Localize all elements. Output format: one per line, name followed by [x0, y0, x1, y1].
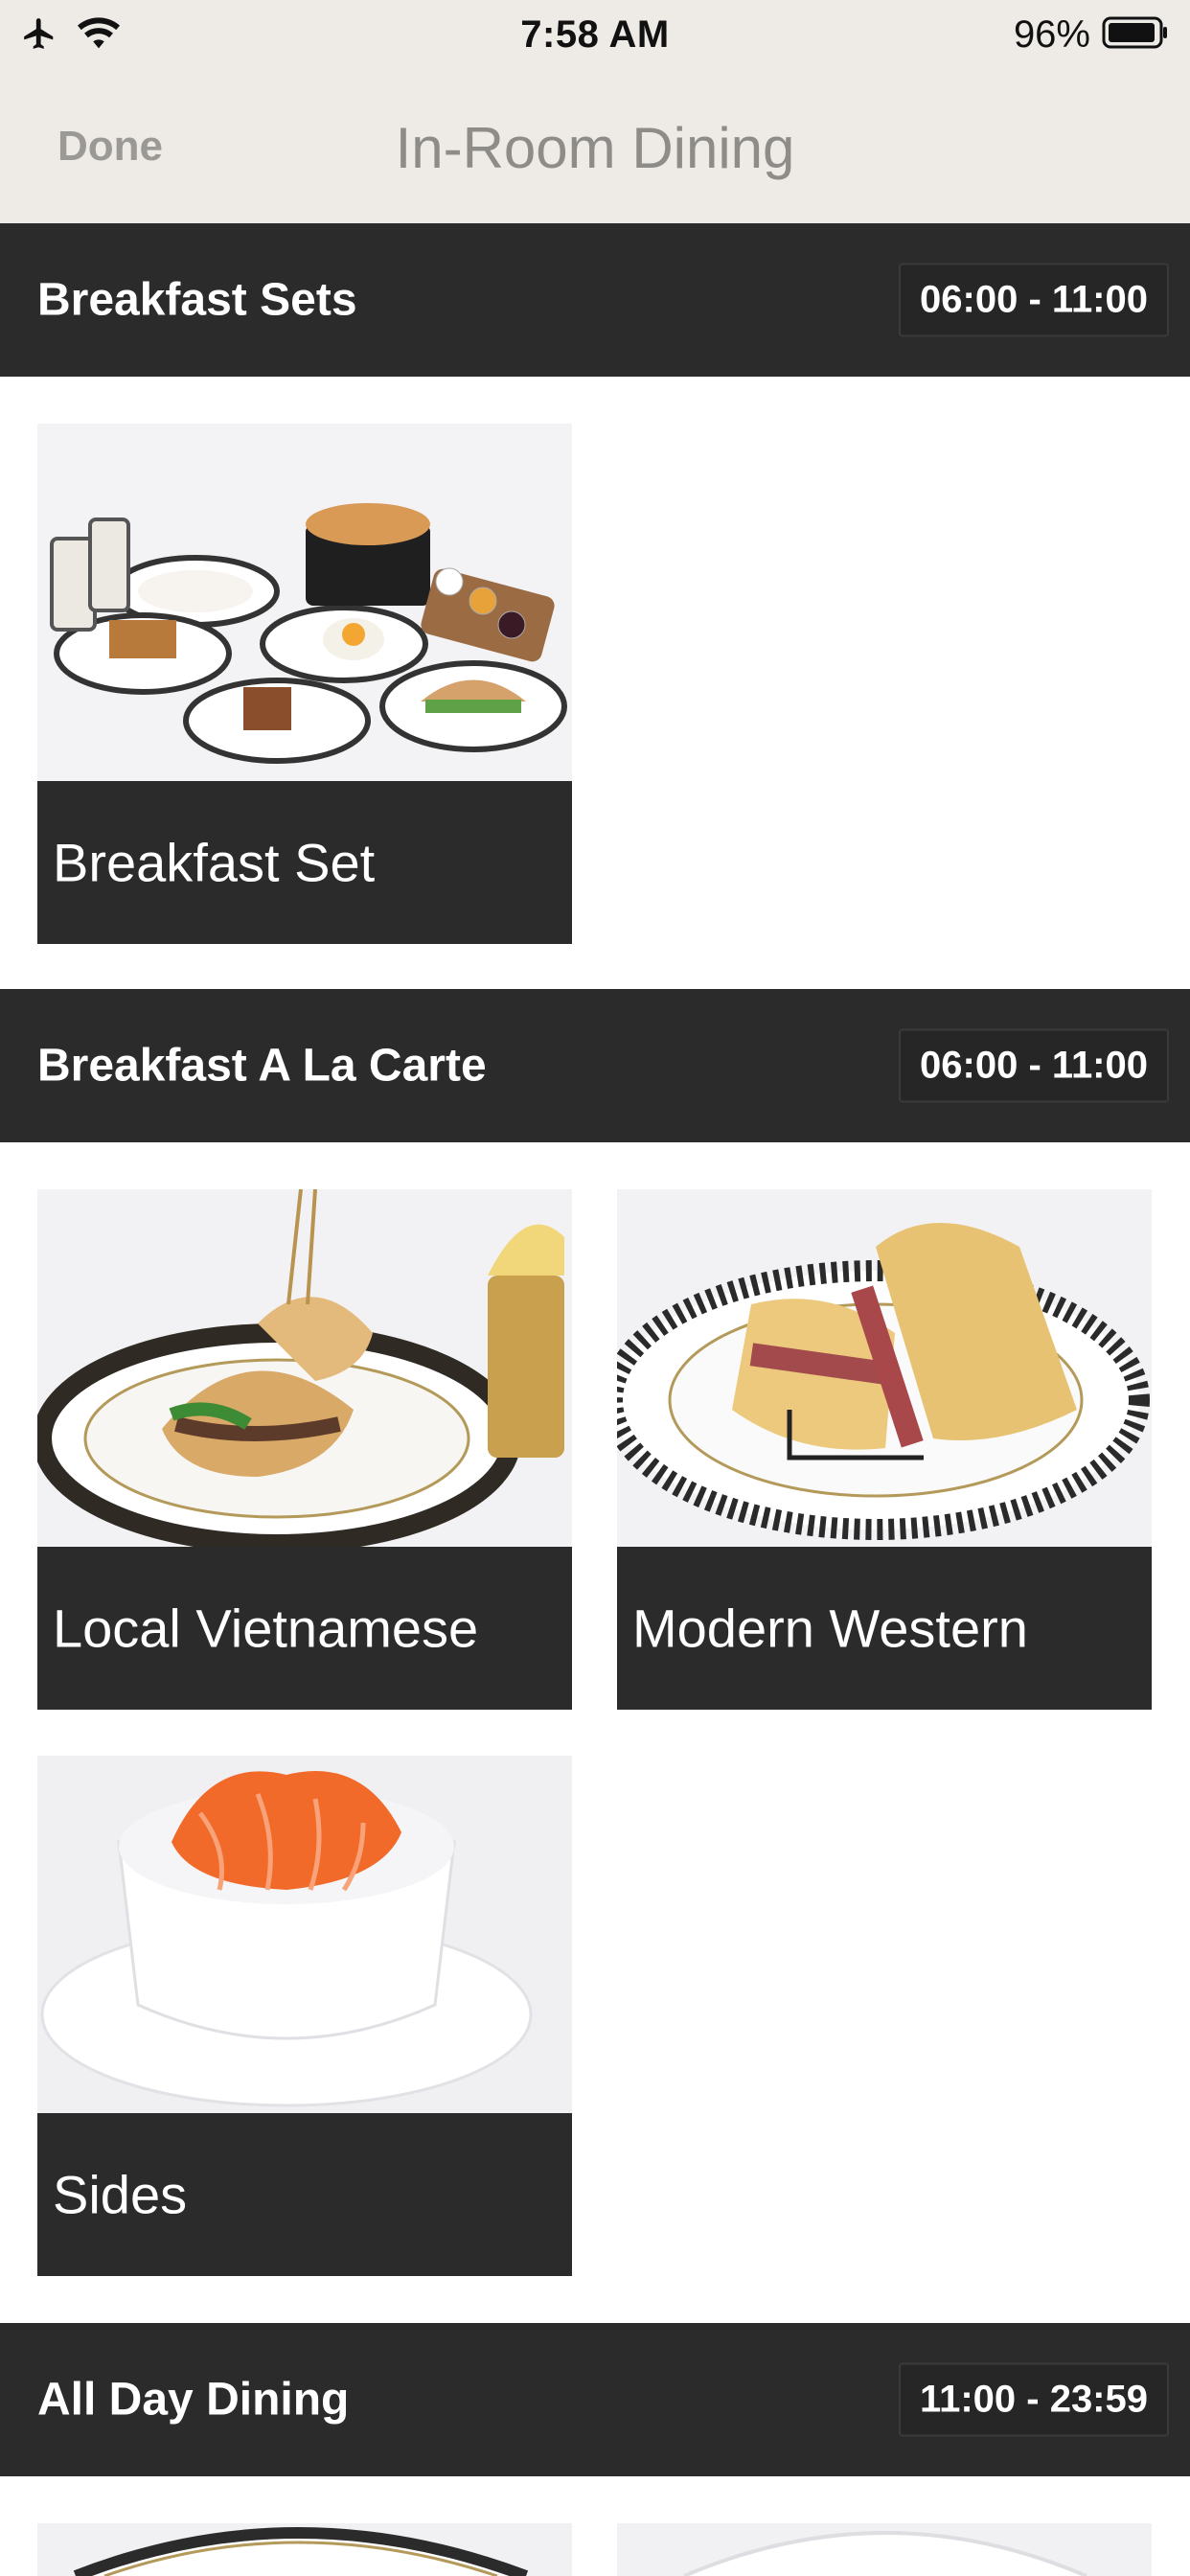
card-caption: Sides	[37, 2113, 572, 2276]
card-label: Breakfast Set	[53, 832, 376, 893]
dish-photo	[37, 2523, 572, 2576]
card-caption: Modern Western	[617, 1547, 1152, 1710]
section-hours-badge: 06:00 - 11:00	[899, 1028, 1169, 1103]
navigation-bar: Done In-Room Dining	[0, 73, 1190, 223]
section-header-breakfast-a-la-carte: Breakfast A La Carte 06:00 - 11:00	[0, 989, 1190, 1142]
battery-percentage: 96%	[1013, 13, 1090, 56]
section-title: Breakfast Sets	[37, 274, 357, 326]
card-label: Modern Western	[632, 1598, 1028, 1659]
status-time: 7:58 AM	[520, 13, 670, 56]
card-caption: Breakfast Set	[37, 781, 572, 944]
modern-western-photo	[617, 1189, 1152, 1547]
section-header-all-day-dining: All Day Dining 11:00 - 23:59	[0, 2323, 1190, 2476]
section-title: All Day Dining	[37, 2374, 350, 2426]
menu-card-local-vietnamese[interactable]: Local Vietnamese	[37, 1189, 572, 1710]
breakfast-set-photo	[37, 424, 572, 781]
card-caption: Local Vietnamese	[37, 1547, 572, 1710]
menu-card-modern-western[interactable]: Modern Western	[617, 1189, 1152, 1710]
section-hours-badge: 06:00 - 11:00	[899, 263, 1169, 337]
page-title: In-Room Dining	[395, 116, 795, 180]
card-label: Local Vietnamese	[53, 1598, 479, 1659]
section-title: Breakfast A La Carte	[37, 1040, 487, 1092]
sides-photo	[37, 1756, 572, 2113]
menu-card-breakfast-set[interactable]: Breakfast Set	[37, 424, 572, 944]
section-hours-badge: 11:00 - 23:59	[899, 2362, 1169, 2437]
status-right: 96%	[1014, 13, 1169, 57]
section-header-breakfast-sets: Breakfast Sets 06:00 - 11:00	[0, 223, 1190, 377]
menu-card-sides[interactable]: Sides	[37, 1756, 572, 2276]
local-vietnamese-photo	[37, 1189, 572, 1547]
card-label: Sides	[53, 2164, 188, 2225]
menu-card-partial-right[interactable]	[617, 2523, 1152, 2576]
battery-icon	[1102, 15, 1169, 55]
menu-card-partial-left[interactable]	[37, 2523, 572, 2576]
dish-photo	[617, 2523, 1152, 2576]
status-bar: 7:58 AM 96%	[0, 0, 1190, 73]
